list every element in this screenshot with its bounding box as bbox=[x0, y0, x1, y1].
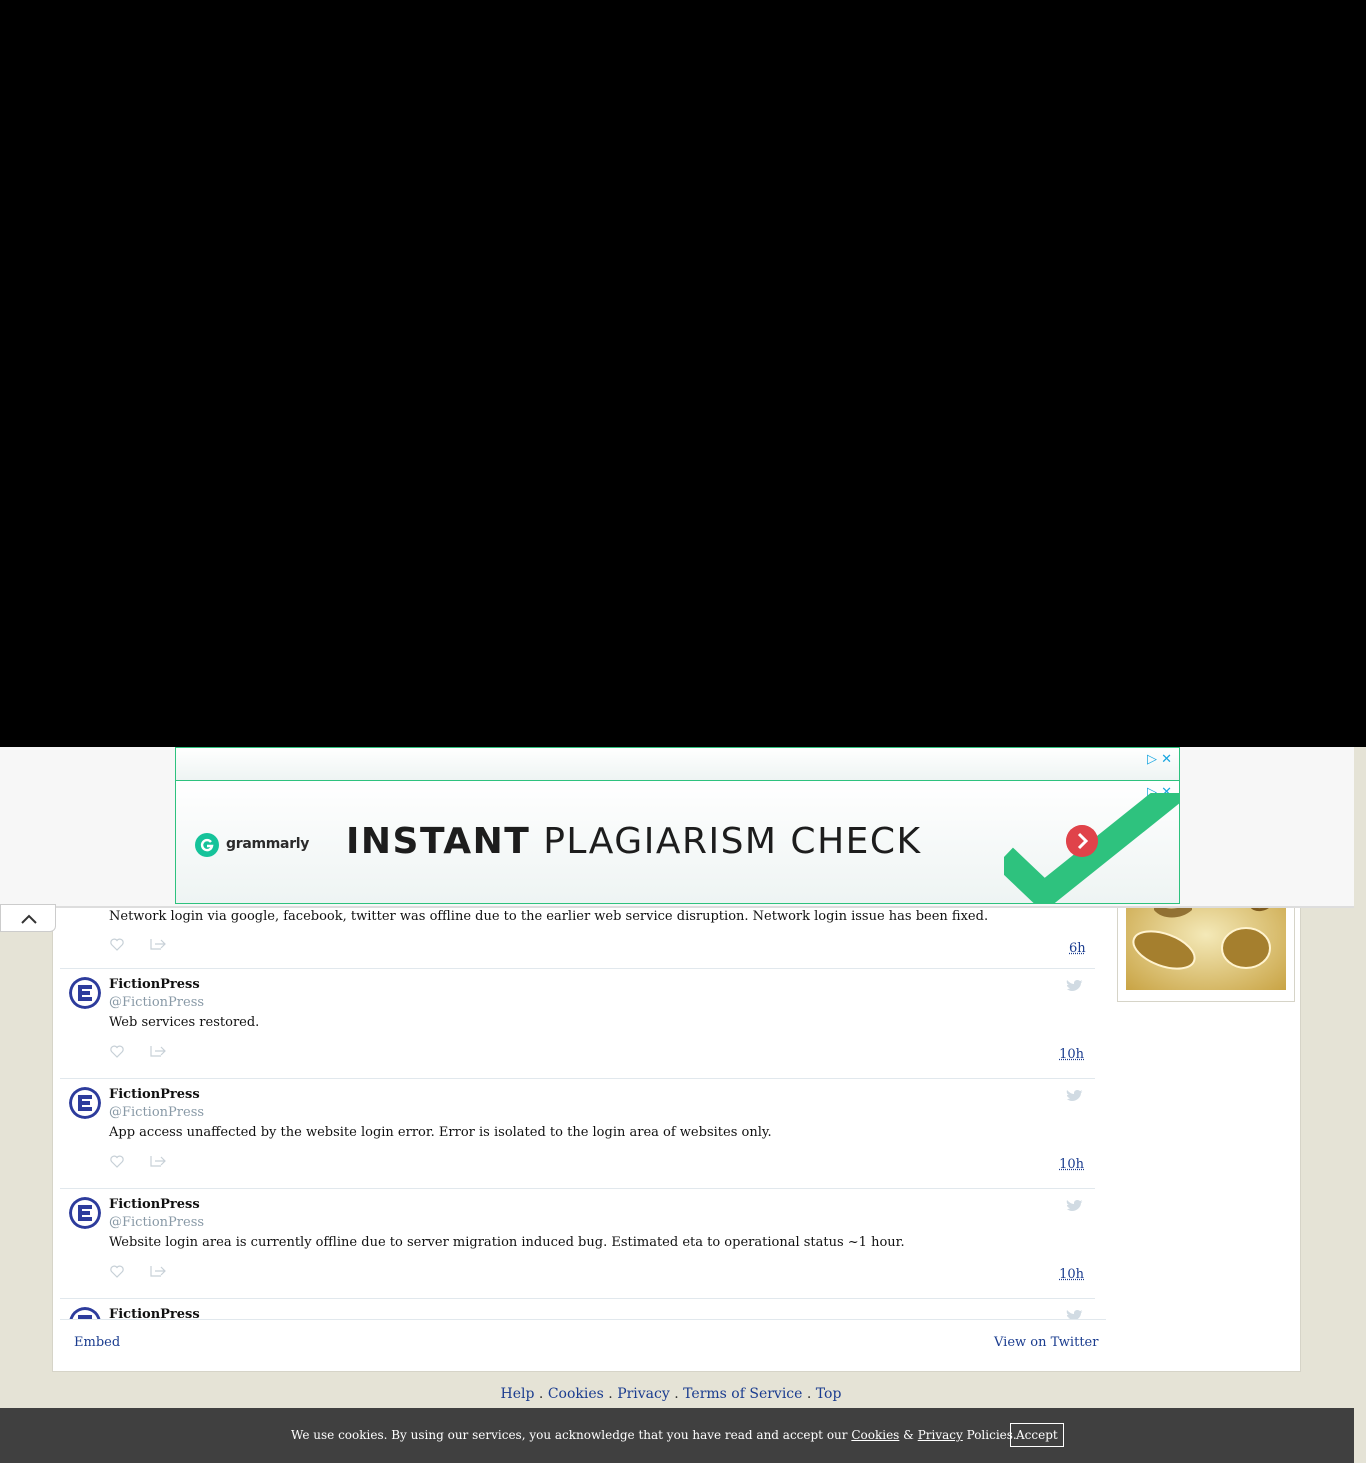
footer-help-link[interactable]: Help bbox=[501, 1386, 535, 1402]
twitter-bird-icon[interactable] bbox=[1066, 1199, 1084, 1214]
tweet-timestamp[interactable]: 10h bbox=[1059, 1157, 1084, 1172]
ad-banner-top[interactable]: ▷ ✕ bbox=[175, 747, 1180, 781]
tweet-author[interactable]: FictionPress bbox=[109, 1307, 200, 1319]
video-overlay bbox=[0, 0, 1366, 747]
twitter-bird-icon[interactable] bbox=[1066, 1089, 1084, 1104]
tweet-text: App access unaffected by the website log… bbox=[109, 1125, 772, 1140]
tweet-author[interactable]: FictionPress bbox=[109, 977, 200, 992]
chevron-up-icon bbox=[21, 914, 37, 924]
cookie-cookies-link[interactable]: Cookies bbox=[851, 1428, 899, 1442]
tweet-timeline[interactable]: FictionPress @FictionPress Web services … bbox=[60, 860, 1095, 1319]
footer-privacy-link[interactable]: Privacy bbox=[617, 1386, 670, 1402]
tweet-card: FictionPress @FictionPress Web services … bbox=[60, 969, 1095, 1079]
tweet-handle[interactable]: @FictionPress bbox=[109, 1105, 204, 1120]
share-icon[interactable] bbox=[150, 1044, 166, 1058]
like-icon[interactable] bbox=[110, 1045, 124, 1058]
tweet-text: Website login area is currently offline … bbox=[109, 1235, 905, 1250]
tweet-timestamp[interactable]: 10h bbox=[1059, 1267, 1084, 1282]
tweet-handle[interactable]: @FictionPress bbox=[109, 995, 204, 1010]
like-icon[interactable] bbox=[110, 1265, 124, 1278]
grammarly-ad[interactable]: ▷ ✕ grammarly INSTANT PLAGIARISM CHECK bbox=[175, 780, 1180, 904]
grammarly-logo-icon bbox=[195, 833, 219, 857]
ad-headline-rest: PLAGIARISM CHECK bbox=[543, 821, 922, 862]
collapse-ad-button[interactable] bbox=[0, 904, 56, 932]
footer-separator: . bbox=[538, 1386, 544, 1402]
share-icon[interactable] bbox=[150, 1154, 166, 1168]
twitter-bird-icon[interactable] bbox=[1066, 1309, 1084, 1319]
cookie-consent-bar: We use cookies. By using our services, y… bbox=[0, 1408, 1354, 1463]
footer-separator: . bbox=[806, 1386, 812, 1402]
tweet-timestamp[interactable]: 10h bbox=[1059, 1047, 1084, 1062]
tweet-author[interactable]: FictionPress bbox=[109, 1197, 200, 1212]
ad-headline-bold: INSTANT bbox=[346, 821, 531, 862]
accept-cookies-button[interactable]: Accept bbox=[1010, 1423, 1064, 1447]
footer-top-link[interactable]: Top bbox=[816, 1386, 842, 1402]
footer-links: Help . Cookies . Privacy . Terms of Serv… bbox=[0, 1386, 1342, 1402]
tweet-text: Web services restored. bbox=[109, 1015, 260, 1030]
fictionpress-avatar[interactable] bbox=[69, 1087, 101, 1119]
fictionpress-avatar[interactable] bbox=[69, 1307, 101, 1319]
footer-separator: . bbox=[608, 1386, 613, 1402]
tweet-handle[interactable]: @FictionPress bbox=[109, 1215, 204, 1230]
tweet-card: FictionPress bbox=[60, 1299, 1095, 1319]
fictionpress-avatar[interactable] bbox=[69, 1197, 101, 1229]
twitter-bird-icon[interactable] bbox=[1066, 979, 1084, 994]
ad-headline: INSTANT PLAGIARISM CHECK bbox=[346, 821, 922, 862]
footer-cookies-link[interactable]: Cookies bbox=[548, 1386, 604, 1402]
share-icon[interactable] bbox=[150, 1264, 166, 1278]
view-on-twitter-link[interactable]: View on Twitter bbox=[994, 1335, 1098, 1350]
tweet-card: FictionPress @FictionPress Website login… bbox=[60, 1189, 1095, 1299]
cookie-text-before: We use cookies. By using our services, y… bbox=[291, 1428, 848, 1442]
cookie-privacy-link[interactable]: Privacy bbox=[918, 1428, 963, 1442]
footer-separator: . bbox=[674, 1386, 679, 1402]
cookie-message: We use cookies. By using our services, y… bbox=[291, 1428, 1017, 1442]
timeline-footer-divider bbox=[60, 1319, 1106, 1320]
footer-terms-link[interactable]: Terms of Service bbox=[683, 1386, 802, 1402]
ad-arrow-button[interactable] bbox=[1066, 825, 1098, 857]
tweet-author[interactable]: FictionPress bbox=[109, 1087, 200, 1102]
like-icon[interactable] bbox=[110, 1155, 124, 1168]
fictionpress-avatar[interactable] bbox=[69, 977, 101, 1009]
tweet-card: FictionPress @FictionPress App access un… bbox=[60, 1079, 1095, 1189]
cookie-amp: & bbox=[903, 1428, 914, 1442]
embed-link[interactable]: Embed bbox=[74, 1335, 120, 1350]
ad-brand-name: grammarly bbox=[226, 836, 310, 852]
adchoices-close-icons[interactable]: ▷ ✕ bbox=[1147, 752, 1172, 767]
